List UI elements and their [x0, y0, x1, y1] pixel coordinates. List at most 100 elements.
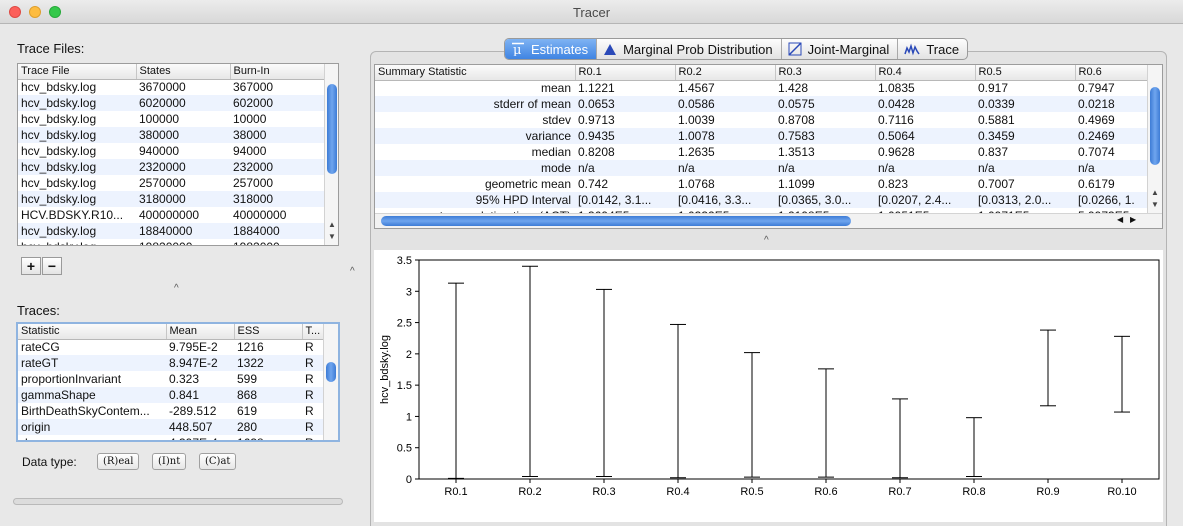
y-tick-label: 3: [406, 286, 412, 298]
traces-column-header[interactable]: Statistic: [18, 324, 167, 340]
x-tick-label: R0.10: [1107, 486, 1136, 498]
summary-vertical-scrollbar[interactable]: ▲ ▼: [1147, 65, 1162, 213]
trace-files-scroll-thumb[interactable]: [327, 84, 337, 174]
table-cell: 1.1221: [578, 81, 615, 96]
trace-files-column-header[interactable]: States: [136, 64, 231, 80]
trace-files-table[interactable]: Trace File States Burn-In hcv_bdsky.log 367…: [17, 63, 339, 246]
summary-row[interactable]: geometric mean 0.742 1.0768 1.1099 0.823 0.70…: [375, 176, 1147, 192]
table-cell: hcv_bdsky.log: [18, 191, 136, 207]
x-tick-label: R0.2: [518, 486, 541, 498]
table-cell: 1.0835: [878, 81, 915, 96]
table-cell: hcv_bdsky.log: [21, 80, 97, 95]
summary-column-header[interactable]: Summary Statistic: [375, 65, 576, 81]
trace-row[interactable]: origin 448.507 280 R: [18, 419, 323, 435]
table-cell: [0.0313, 2.0...: [975, 192, 1075, 208]
trace-file-row[interactable]: hcv_bdsky.log 18840000 1884000: [18, 223, 324, 239]
summary-horizontal-scrollbar[interactable]: ◀ ▶: [375, 213, 1162, 228]
splitter-caret-icon[interactable]: ^: [174, 283, 179, 294]
trace-file-row[interactable]: hcv_bdsky.log198200001982000: [18, 239, 324, 245]
table-cell: 40000000: [233, 208, 287, 222]
trace-file-row[interactable]: hcv_bdsky.log 6020000 602000: [18, 95, 324, 111]
tab-marginal-prob-distribution[interactable]: Marginal Prob Distribution: [597, 39, 782, 59]
table-cell: variance: [375, 128, 575, 144]
trace-file-row[interactable]: hcv_bdsky.log 2570000 257000: [18, 175, 324, 191]
summary-column-header[interactable]: R0.4: [875, 65, 976, 81]
summary-column-header[interactable]: R0.6: [1075, 65, 1148, 81]
trace-row[interactable]: rho4.397E-41638R: [18, 435, 323, 440]
y-tick-label: 2: [406, 349, 412, 361]
trace-row[interactable]: BirthDeathSkyContem... -289.512 619 R: [18, 403, 323, 419]
real-type-button[interactable]: (R)eal: [97, 453, 140, 470]
traces-table[interactable]: Statistic Mean ESS T... rateCG 9.795E-2 1216 R…: [16, 322, 340, 442]
cat-type-button[interactable]: (C)at: [199, 453, 237, 470]
table-cell: 3180000: [136, 191, 230, 207]
trace-files-scrollbar[interactable]: ▲ ▼: [324, 64, 338, 245]
scroll-left-arrow-icon[interactable]: ◀: [1117, 215, 1123, 224]
summary-row[interactable]: stderr of mean 0.0653 0.0586 0.0575 0.0428 0.…: [375, 96, 1147, 112]
trace-file-row[interactable]: hcv_bdsky.log 3180000 318000: [18, 191, 324, 207]
summary-row[interactable]: variance 0.9435 1.0078 0.7583 0.5064 0.3459 0.…: [375, 128, 1147, 144]
trace-file-row[interactable]: hcv_bdsky.log 380000 38000: [18, 127, 324, 143]
scroll-up-arrow-icon[interactable]: ▲: [325, 219, 338, 231]
scroll-up-arrow-icon[interactable]: ▲: [1148, 187, 1162, 199]
table-cell: 2320000: [136, 159, 230, 175]
summary-hscroll-thumb[interactable]: [381, 216, 851, 226]
remove-trace-file-button[interactable]: −: [42, 257, 62, 275]
table-cell: 100000: [139, 112, 180, 126]
summary-column-header[interactable]: R0.3: [775, 65, 876, 81]
trace-file-row[interactable]: hcv_bdsky.log 940000 94000: [18, 143, 324, 159]
splitter-caret-icon[interactable]: ^: [350, 266, 355, 277]
tab-estimates[interactable]: µ Estimates: [505, 39, 598, 59]
trace-file-row[interactable]: hcv_bdsky.log 3670000 367000: [18, 79, 324, 95]
trace-file-row[interactable]: hcv_bdsky.log 2320000 232000: [18, 159, 324, 175]
table-cell: 3670000: [139, 80, 186, 95]
summary-row[interactable]: stdev 0.9713 1.0039 0.8708 0.7116 0.5881 0.496…: [375, 112, 1147, 128]
trace-files-column-header[interactable]: Burn-In: [230, 64, 325, 80]
traces-column-header[interactable]: Mean: [166, 324, 235, 340]
table-cell: R: [305, 404, 314, 418]
table-cell: [0.0207, 2.4...: [875, 192, 975, 208]
trace-files-column-header[interactable]: Trace File: [18, 64, 137, 80]
summary-row[interactable]: mode n/a n/a n/a n/a n/a n/a: [375, 160, 1147, 176]
trace-file-row[interactable]: HCV.BDSKY.R10... 400000000 40000000: [18, 207, 324, 223]
traces-column-header[interactable]: ESS: [234, 324, 303, 340]
traces-scrollbar[interactable]: [323, 324, 338, 440]
tab-label: Marginal Prob Distribution: [623, 41, 773, 57]
add-trace-file-button[interactable]: +: [21, 257, 41, 275]
table-cell: n/a: [1075, 160, 1147, 176]
y-tick-label: 0: [406, 474, 412, 486]
int-type-button[interactable]: (I)nt: [152, 453, 187, 470]
summary-column-header[interactable]: R0.1: [575, 65, 676, 81]
table-cell: 0.837: [978, 145, 1009, 159]
trace-row[interactable]: rateGT 8.947E-2 1322 R: [18, 355, 323, 371]
trace-row[interactable]: rateCG 9.795E-2 1216 R: [18, 339, 323, 355]
tab-joint-marginal[interactable]: Joint-Marginal: [782, 39, 899, 59]
summary-row[interactable]: median 0.8208 1.2635 1.3513 0.9628 0.837 0.707…: [375, 144, 1147, 160]
summary-column-header[interactable]: R0.5: [975, 65, 1076, 81]
table-cell: rateGT: [18, 355, 166, 371]
trace-row[interactable]: gammaShape 0.841 868 R: [18, 387, 323, 403]
splitter-caret-icon[interactable]: ^: [764, 235, 769, 246]
trace-row[interactable]: proportionInvariant 0.323 599 R: [18, 371, 323, 387]
table-cell: 0.5881: [978, 113, 1015, 127]
traces-column-header[interactable]: T...: [302, 324, 324, 340]
summary-column-header[interactable]: R0.2: [675, 65, 776, 81]
summary-vscroll-thumb[interactable]: [1150, 87, 1160, 165]
summary-statistics-table[interactable]: Summary Statistic R0.1 R0.2 R0.3 R0.4 R0.5 R0.…: [374, 64, 1163, 229]
y-tick-label: 0.5: [397, 443, 412, 455]
table-cell: 2570000: [139, 176, 186, 190]
summary-row[interactable]: mean 1.1221 1.4567 1.428 1.0835 0.917 0.7947: [375, 80, 1147, 96]
trace-file-row[interactable]: hcv_bdsky.log 100000 10000: [18, 111, 324, 127]
traces-scroll-thumb[interactable]: [326, 362, 336, 382]
table-cell: 1322: [234, 355, 302, 371]
view-tabs[interactable]: µ Estimates Marginal Prob Distribution J…: [504, 38, 969, 60]
scroll-down-arrow-icon[interactable]: ▼: [1148, 199, 1162, 211]
tab-label: Estimates: [531, 41, 589, 57]
scroll-down-arrow-icon[interactable]: ▼: [325, 231, 338, 243]
table-cell: R: [302, 355, 323, 371]
scroll-right-arrow-icon[interactable]: ▶: [1130, 215, 1136, 224]
tab-label: Trace: [926, 41, 960, 57]
summary-row[interactable]: 95% HPD Interval [0.0142, 3.1... [0.0416, …: [375, 192, 1147, 208]
tab-trace[interactable]: Trace: [898, 39, 967, 59]
table-cell: 0.9628: [878, 145, 915, 159]
